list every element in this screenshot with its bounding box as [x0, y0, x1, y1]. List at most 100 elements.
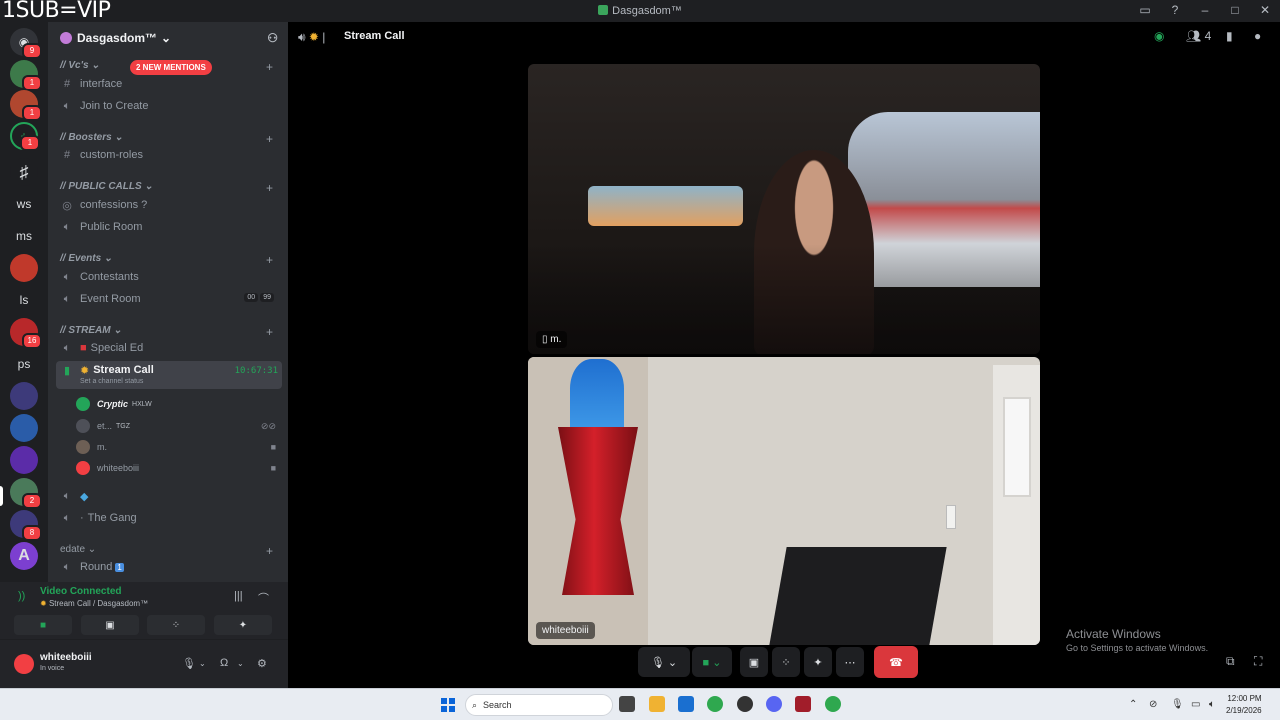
- category-public-calls[interactable]: // PUBLIC CALLS ⌄ +: [60, 181, 273, 195]
- status-icon[interactable]: ◉: [1154, 29, 1164, 43]
- screen-share-icon[interactable]: ▭: [1138, 3, 1152, 17]
- channel-join-to-create[interactable]: 🔈︎ Join to Create: [56, 96, 282, 116]
- tray-icon[interactable]: ⊘: [1149, 699, 1157, 710]
- server-header[interactable]: Dasgasdom™ ⌄ ⚇: [48, 22, 288, 54]
- activities-button[interactable]: ⁘: [772, 647, 800, 677]
- file-explorer-icon[interactable]: [649, 696, 665, 712]
- add-channel-icon[interactable]: +: [266, 181, 273, 195]
- soundboard-button[interactable]: ✦: [804, 647, 832, 677]
- discord-home-icon[interactable]: ◉ 9: [10, 28, 42, 59]
- microphone-toggle[interactable]: 🎙︎ ⌄: [638, 647, 690, 677]
- popout-icon[interactable]: ⧉: [1226, 654, 1235, 669]
- channel-round[interactable]: 🔈︎ Round 1: [56, 557, 282, 577]
- chrome-icon[interactable]: [707, 696, 723, 712]
- voice-user[interactable]: et... TGZ ⊘⊘: [76, 417, 282, 435]
- network-icon[interactable]: ▭: [1191, 699, 1200, 710]
- activities-button[interactable]: ⁘: [147, 615, 205, 635]
- category-events[interactable]: // Events ⌄ +: [60, 253, 273, 267]
- disconnect-icon[interactable]: ⌒: [258, 590, 269, 606]
- voice-user[interactable]: whiteeboiii ■: [76, 459, 282, 477]
- screen-share-button[interactable]: ▣: [81, 615, 139, 635]
- server-icon[interactable]: A: [10, 542, 38, 570]
- microphone-icon[interactable]: 🎙︎: [1171, 699, 1184, 710]
- camera-toggle[interactable]: ■ ⌄: [692, 647, 732, 677]
- avatar[interactable]: [14, 654, 34, 674]
- server-icon[interactable]: 1: [10, 90, 42, 121]
- category-boosters[interactable]: // Boosters ⌄ +: [60, 132, 273, 146]
- microphone-icon[interactable]: 🎙︎: [182, 657, 196, 670]
- chevron-down-icon[interactable]: ⌄: [237, 659, 244, 668]
- fullscreen-icon[interactable]: ⛶: [1254, 654, 1262, 669]
- channel-special-ed[interactable]: 🔈︎ ■ Special Ed: [56, 338, 282, 358]
- chat-icon[interactable]: ●: [1254, 29, 1261, 43]
- noise-suppression-icon[interactable]: |||: [234, 590, 243, 602]
- more-options-icon[interactable]: ⋯: [836, 647, 864, 677]
- channel-confessions[interactable]: ◎ confessions ?: [56, 195, 282, 215]
- chevron-up-icon[interactable]: ⌃: [1129, 699, 1137, 710]
- invite-people-icon[interactable]: ⚇: [267, 31, 278, 45]
- channel-stream-call[interactable]: ▮ ✹ Stream Call 10:67:31 Set a channel sta…: [56, 361, 282, 389]
- voice-user[interactable]: m. ■: [76, 438, 282, 456]
- server-ps[interactable]: ps: [10, 350, 38, 378]
- signal-icon[interactable]: )): [18, 590, 25, 602]
- minimize-button[interactable]: –: [1198, 3, 1212, 17]
- server-ws[interactable]: ws: [10, 190, 38, 218]
- voice-user[interactable]: Cryptic HXLW: [76, 395, 282, 413]
- bookmark-icon[interactable]: ▮: [1226, 29, 1233, 43]
- chrome-icon[interactable]: [825, 696, 841, 712]
- add-channel-icon[interactable]: +: [266, 325, 273, 339]
- add-channel-icon[interactable]: +: [266, 60, 273, 74]
- store-icon[interactable]: [678, 696, 694, 712]
- channel-interface[interactable]: # interface: [56, 74, 282, 94]
- voice-location[interactable]: ✹ Stream Call / Dasgasdom™: [40, 599, 148, 608]
- server-icon[interactable]: 16: [10, 318, 42, 349]
- server-icon[interactable]: 1: [10, 60, 42, 91]
- camera-button[interactable]: ■: [14, 615, 72, 635]
- start-button[interactable]: [441, 698, 455, 712]
- server-ls[interactable]: ls: [10, 286, 38, 314]
- category-vcs[interactable]: // Vc's ⌄ +: [60, 60, 273, 74]
- taskbar-search[interactable]: ⌕ Search: [465, 694, 613, 716]
- chevron-down-icon[interactable]: ⌄: [199, 659, 206, 668]
- channel-custom-roles[interactable]: # custom-roles: [56, 145, 282, 165]
- screen-share-button[interactable]: ▣: [740, 647, 768, 677]
- channel-gem[interactable]: 🔈︎ ◆: [56, 486, 282, 506]
- close-button[interactable]: ✕: [1258, 3, 1272, 17]
- add-channel-icon[interactable]: +: [266, 544, 273, 558]
- new-mentions-badge[interactable]: 2 NEW MENTIONS: [130, 60, 212, 75]
- video-tile[interactable]: ▯ m.: [528, 64, 1040, 354]
- add-server-icon[interactable]: +1: [10, 122, 40, 151]
- volume-icon[interactable]: 🔈︎: [1209, 699, 1215, 710]
- help-icon[interactable]: ?: [1168, 3, 1182, 17]
- category-edate[interactable]: edate ⌄ +: [60, 544, 273, 558]
- add-channel-icon[interactable]: +: [266, 132, 273, 146]
- channel-contestants[interactable]: 🔈︎ Contestants: [56, 267, 282, 287]
- channel-status[interactable]: Set a channel status: [80, 378, 143, 385]
- server-icon[interactable]: [10, 446, 38, 474]
- video-tile[interactable]: whiteeboiii: [528, 357, 1040, 645]
- server-icon[interactable]: 2: [10, 478, 42, 509]
- channel-event-room[interactable]: 🔈︎ Event Room 00 99: [56, 289, 282, 309]
- maximize-button[interactable]: □: [1228, 3, 1242, 17]
- app-icon[interactable]: [737, 696, 753, 712]
- server-icon[interactable]: [10, 382, 38, 410]
- task-view-icon[interactable]: [619, 696, 635, 712]
- server-icon[interactable]: [10, 414, 38, 442]
- gear-icon[interactable]: ⚙: [257, 657, 267, 670]
- members-icon[interactable]: 👥︎ 4: [1186, 29, 1211, 43]
- category-stream[interactable]: // STREAM ⌄ +: [60, 325, 273, 339]
- channel-public-room[interactable]: 🔈︎ Public Room: [56, 217, 282, 237]
- clock[interactable]: 12:00 PM 2/19/2026: [1226, 693, 1262, 717]
- headphones-icon[interactable]: Ω: [220, 657, 228, 669]
- app-icon[interactable]: [795, 696, 811, 712]
- server-icon[interactable]: ♯: [10, 158, 38, 186]
- hang-up-button[interactable]: ☎: [874, 646, 918, 678]
- discord-icon[interactable]: [766, 696, 782, 712]
- username[interactable]: whiteeboiii: [40, 652, 92, 663]
- channel-the-gang[interactable]: 🔈︎ · The Gang: [56, 508, 282, 528]
- add-channel-icon[interactable]: +: [266, 253, 273, 267]
- server-ms[interactable]: ms: [10, 222, 38, 250]
- server-icon[interactable]: [10, 254, 38, 282]
- server-icon[interactable]: 8: [10, 510, 42, 541]
- soundboard-button[interactable]: ✦: [214, 615, 272, 635]
